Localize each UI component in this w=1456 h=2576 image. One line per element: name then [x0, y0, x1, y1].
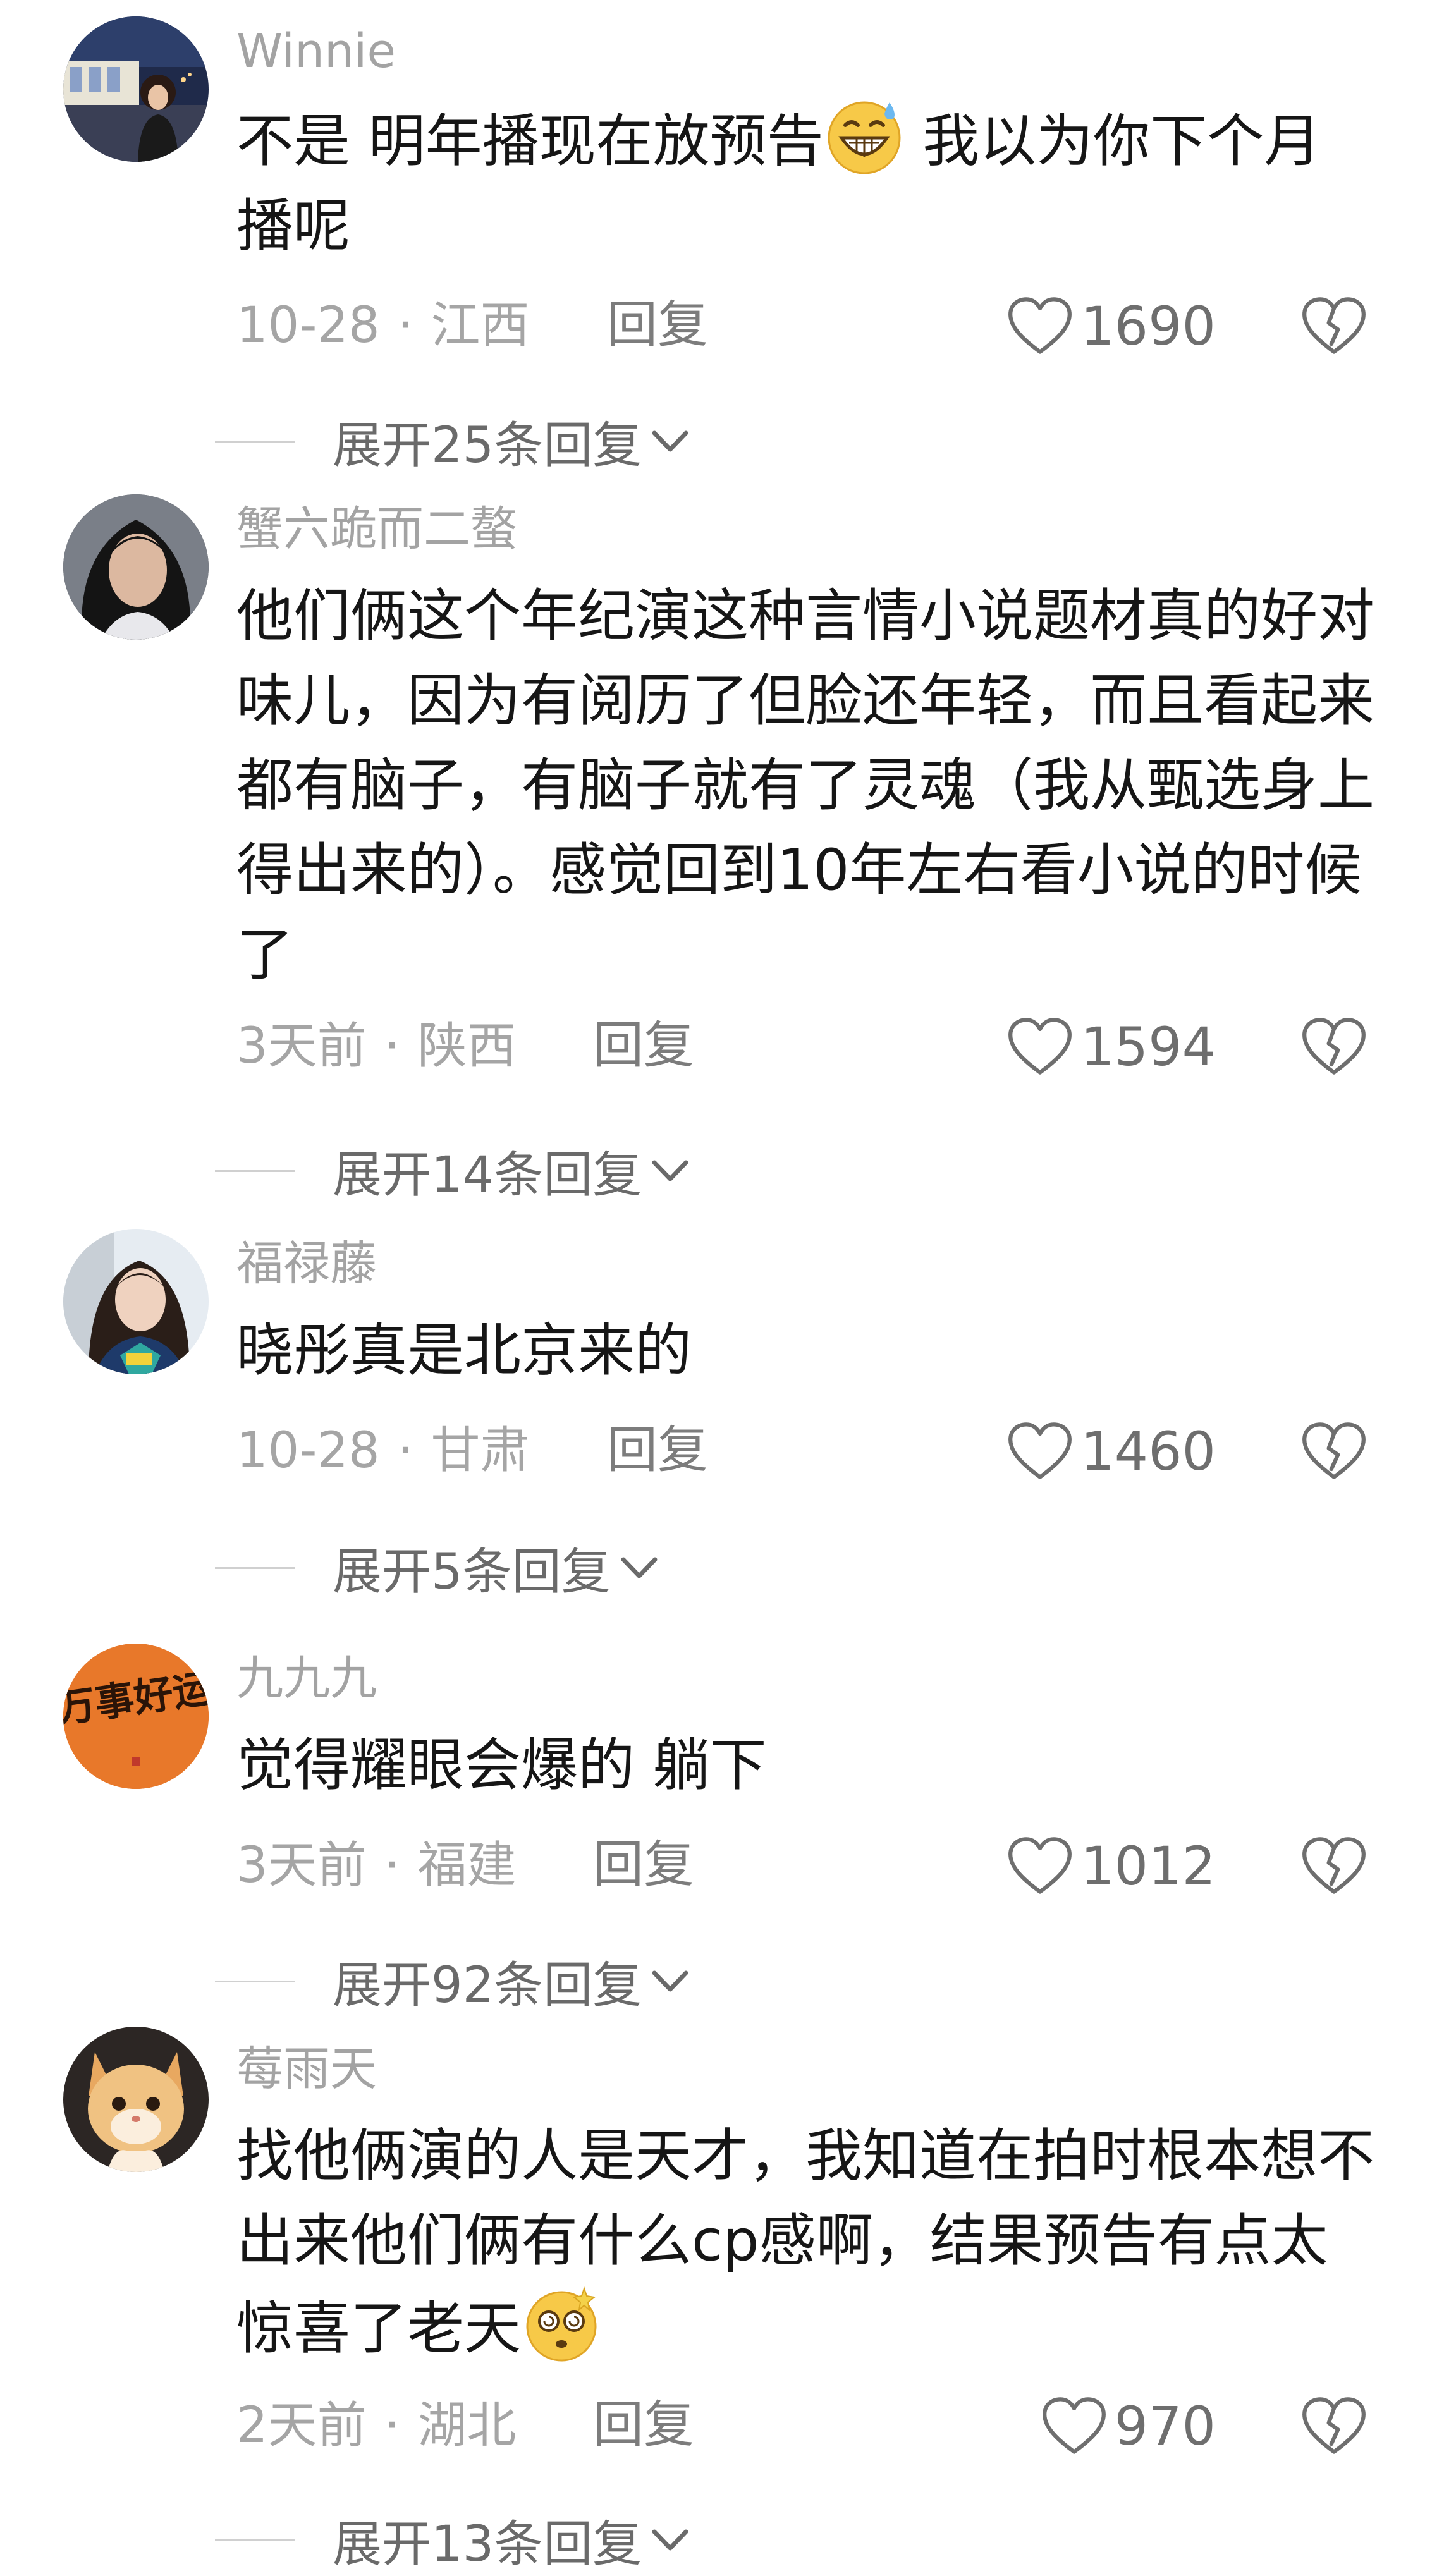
comment-meta: 10-28 · 江西	[236, 297, 530, 354]
like-count: 1594	[1080, 1016, 1216, 1078]
expand-replies-button[interactable]: 展开92条回复	[215, 1950, 692, 2014]
avatar-photo-icon	[63, 1229, 209, 1374]
username[interactable]: 福禄藤	[236, 1240, 377, 1287]
divider-line	[215, 2539, 295, 2541]
divider-line	[215, 1566, 295, 1569]
avatar[interactable]: 万事好运	[63, 1644, 209, 1789]
chevron-down-icon	[617, 1552, 661, 1584]
expand-replies-label: 展开92条回复	[333, 1957, 642, 2014]
comment-meta: 3天前 · 陕西	[236, 1018, 517, 1075]
expand-replies-button[interactable]: 展开25条回复	[215, 410, 692, 474]
like-button[interactable]: 1460	[1007, 1413, 1216, 1489]
lucky-calligraphy-avatar-icon: 万事好运	[63, 1644, 209, 1789]
like-count: 1012	[1080, 1835, 1216, 1897]
heart-icon	[1007, 296, 1073, 356]
expand-replies-button[interactable]: 展开14条回复	[215, 1139, 692, 1204]
username[interactable]: Winnie	[236, 28, 396, 75]
comment-location: 福建	[417, 1837, 517, 1894]
comment-date: 2天前	[236, 2397, 367, 2454]
comment-location: 甘肃	[431, 1422, 530, 1479]
reply-button[interactable]: 回复	[593, 1020, 694, 1071]
comment-date: 10-28	[236, 1422, 380, 1479]
expand-replies-button[interactable]: 展开13条回复	[215, 2508, 692, 2573]
chevron-down-icon	[648, 1965, 692, 1997]
comment-text: 他们俩这个年纪演这种言情小说题材真的好对味儿，因为有阅历了但脸还年轻，而且看起来…	[236, 574, 1374, 998]
reply-button[interactable]: 回复	[607, 1425, 708, 1475]
expand-replies-label: 展开5条回复	[333, 1544, 611, 1601]
heart-icon	[1007, 1836, 1073, 1896]
comment-meta: 3天前 · 福建	[236, 1837, 517, 1894]
divider-line	[215, 1169, 295, 1172]
comment-location: 湖北	[417, 2397, 517, 2454]
comment-date: 3天前	[236, 1018, 367, 1075]
expand-replies-button[interactable]: 展开5条回复	[215, 1536, 661, 1601]
comment-text: 晓彤真是北京来的	[236, 1309, 1374, 1393]
like-count: 1460	[1080, 1420, 1216, 1482]
broken-heart-icon[interactable]	[1301, 1016, 1367, 1077]
avatar[interactable]	[63, 16, 209, 162]
avatar[interactable]	[63, 1229, 209, 1374]
chevron-down-icon	[648, 2524, 692, 2556]
divider-line	[215, 440, 295, 443]
avatar[interactable]	[63, 2027, 209, 2172]
comment-text-part: 觉得耀眼会爆的 躺下	[236, 1732, 767, 1798]
comment-text-part: 不是 明年播现在放预告	[236, 108, 824, 174]
avatar-photo-icon	[63, 16, 209, 162]
broken-heart-icon[interactable]	[1301, 296, 1367, 357]
broken-heart-icon[interactable]	[1301, 1421, 1367, 1482]
grinning-sweat-emoji-icon	[824, 96, 905, 177]
reply-button[interactable]: 回复	[593, 1840, 694, 1890]
avatar[interactable]	[63, 494, 209, 640]
comment-text: 不是 明年播现在放预告 我以为你下个月播呢	[236, 96, 1374, 269]
comment-location: 江西	[431, 297, 530, 354]
comment-date: 10-28	[236, 297, 380, 354]
comment-text: 找他俩演的人是天才，我知道在拍时根本想不出来他们俩有什么cp感啊，结果预告有点太…	[236, 2114, 1374, 2371]
username[interactable]: 莓雨天	[236, 2046, 377, 2092]
broken-heart-icon[interactable]	[1301, 1836, 1367, 1896]
cat-avatar-icon	[63, 2027, 209, 2172]
heart-icon	[1007, 1017, 1073, 1077]
broken-heart-icon[interactable]	[1301, 2396, 1367, 2457]
like-count: 970	[1114, 2395, 1216, 2457]
username[interactable]: 蟹六跪而二螯	[236, 506, 517, 552]
comment-meta: 10-28 · 甘肃	[236, 1422, 530, 1479]
expand-replies-label: 展开13条回复	[333, 2516, 642, 2573]
avatar-photo-icon	[63, 494, 209, 640]
chevron-down-icon	[648, 1155, 692, 1187]
reply-button[interactable]: 回复	[593, 2400, 694, 2450]
comment-location: 陕西	[417, 1018, 517, 1075]
like-count: 1690	[1080, 295, 1216, 357]
heart-icon	[1007, 1422, 1073, 1481]
like-button[interactable]: 1012	[1007, 1828, 1216, 1904]
divider-line	[215, 1980, 295, 1982]
like-button[interactable]: 970	[1041, 2388, 1216, 2464]
comment-text: 觉得耀眼会爆的 躺下	[236, 1723, 1374, 1808]
dizzy-face-emoji-icon	[521, 2283, 602, 2364]
reply-button[interactable]: 回复	[607, 300, 708, 350]
comment-date: 3天前	[236, 1837, 367, 1894]
like-button[interactable]: 1594	[1007, 1009, 1216, 1085]
expand-replies-label: 展开25条回复	[333, 417, 642, 474]
comment-text-part: 他们俩这个年纪演这种言情小说题材真的好对味儿，因为有阅历了但脸还年轻，而且看起来…	[236, 583, 1374, 988]
like-button[interactable]: 1690	[1007, 288, 1216, 364]
comment-text-part: 找他俩演的人是天才，我知道在拍时根本想不出来他们俩有什么cp感啊，结果预告有点太…	[236, 2123, 1374, 2362]
username[interactable]: 九九九	[236, 1655, 377, 1702]
comment-text-part: 晓彤真是北京来的	[236, 1317, 692, 1384]
comment-meta: 2天前 · 湖北	[236, 2397, 517, 2454]
chevron-down-icon	[648, 425, 692, 457]
heart-icon	[1041, 2396, 1107, 2456]
expand-replies-label: 展开14条回复	[333, 1147, 642, 1204]
